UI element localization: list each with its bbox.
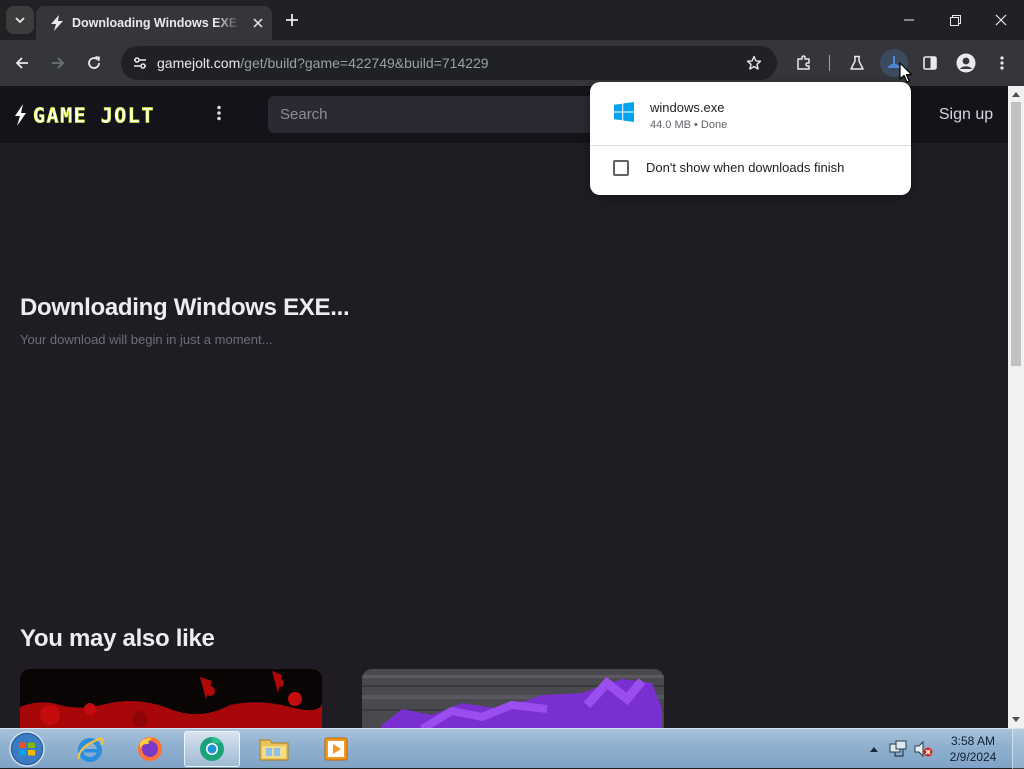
dont-show-checkbox[interactable]: [613, 160, 629, 176]
avatar-icon: [956, 53, 976, 73]
minimize-button[interactable]: [886, 0, 932, 40]
site-search-input[interactable]: [280, 96, 640, 133]
windows-taskbar: 3:58 AM 2/9/2024: [0, 728, 1024, 769]
volume-muted-icon[interactable]: [913, 739, 933, 759]
caret-down-icon: [1012, 717, 1020, 722]
chrome-icon: [200, 737, 224, 761]
download-heading: Downloading Windows EXE...: [20, 294, 350, 321]
clock-date: 2/9/2024: [949, 750, 997, 764]
flask-icon: [850, 55, 864, 70]
chrome-menu-button[interactable]: [988, 49, 1016, 77]
game-thumbnail-2[interactable]: [362, 669, 664, 728]
download-filename: windows.exe: [650, 100, 725, 115]
labs-button[interactable]: [843, 49, 871, 77]
plus-icon: [286, 14, 298, 26]
windows-logo-icon: [614, 102, 634, 122]
side-panel-button[interactable]: [916, 49, 944, 77]
extensions-button[interactable]: [790, 49, 818, 77]
download-status: 44.0 MB • Done: [650, 119, 728, 131]
page-scrollbar[interactable]: [1008, 86, 1024, 728]
scroll-down-button[interactable]: [1008, 712, 1024, 728]
minimize-icon: [904, 19, 914, 21]
site-info-button[interactable]: [127, 50, 153, 76]
profile-button[interactable]: [952, 49, 980, 77]
svg-text:GAME JOLT: GAME JOLT: [33, 104, 155, 126]
url-host: gamejolt.com: [157, 55, 241, 71]
tab-close-button[interactable]: [248, 13, 268, 33]
caret-up-icon: [1012, 92, 1020, 97]
caret-up-icon: [870, 747, 878, 752]
arrow-left-icon: [15, 57, 28, 69]
scroll-up-button[interactable]: [1008, 86, 1024, 102]
taskbar-media-player[interactable]: [308, 731, 364, 767]
header-more-button[interactable]: [208, 102, 230, 124]
reload-icon: [88, 56, 101, 69]
dont-show-checkbox-label[interactable]: Don't show when downloads finish: [646, 160, 844, 176]
toolbar-divider: [829, 55, 830, 71]
more-vertical-icon: [1000, 56, 1004, 70]
star-icon: [746, 55, 762, 70]
blood-splatter-art: [20, 669, 322, 728]
new-tab-button[interactable]: [280, 8, 304, 32]
glitch-title-art: [362, 669, 664, 728]
browser-toolbar: gamejolt.com/get/build?game=422749&build…: [0, 40, 1024, 86]
chevron-down-icon: [15, 17, 25, 24]
reload-button[interactable]: [80, 49, 108, 77]
bookmark-button[interactable]: [741, 50, 767, 76]
media-player-icon: [324, 737, 348, 761]
taskbar-firefox[interactable]: [122, 731, 178, 767]
show-hidden-icons-button[interactable]: [868, 741, 880, 757]
start-button[interactable]: [6, 729, 48, 769]
game-jolt-logo[interactable]: GAME JOLT: [14, 104, 180, 126]
restore-icon: [949, 14, 961, 26]
forward-button[interactable]: [44, 49, 72, 77]
download-item[interactable]: windows.exe 44.0 MB • Done: [590, 90, 911, 146]
tab-search-button[interactable]: [6, 6, 34, 34]
tab-strip: Downloading Windows EXE - Game Jolt: [0, 0, 1024, 40]
active-tab[interactable]: Downloading Windows EXE - Game Jolt: [36, 6, 272, 40]
sign-up-link[interactable]: Sign up: [930, 104, 1002, 126]
downloads-bubble: windows.exe 44.0 MB • Done Don't show wh…: [590, 82, 911, 195]
close-icon: [995, 14, 1007, 26]
taskbar-internet-explorer[interactable]: [62, 731, 118, 767]
firefox-icon: [138, 737, 162, 761]
taskbar-chrome[interactable]: [184, 731, 240, 767]
network-icon[interactable]: [888, 739, 908, 759]
more-vertical-icon: [217, 105, 221, 121]
taskbar-file-explorer[interactable]: [246, 731, 302, 767]
tab-title: Downloading Windows EXE - Game Jolt: [72, 16, 240, 30]
arrow-right-icon: [52, 57, 65, 69]
restore-button[interactable]: [932, 0, 978, 40]
side-panel-icon: [923, 56, 937, 70]
windows-orb-icon: [9, 731, 45, 767]
scroll-thumb[interactable]: [1011, 102, 1021, 366]
taskbar-clock[interactable]: 3:58 AM 2/9/2024: [940, 733, 1006, 767]
mouse-cursor-icon: [899, 62, 913, 83]
close-icon: [253, 18, 263, 28]
game-thumbnail-1[interactable]: [20, 669, 322, 728]
show-desktop-button[interactable]: [1012, 729, 1024, 769]
game-jolt-favicon-icon: [51, 15, 63, 31]
bubble-divider: [590, 145, 911, 146]
recommendations-heading: You may also like: [20, 625, 215, 652]
internet-explorer-icon: [77, 737, 104, 762]
clock-time: 3:58 AM: [950, 734, 996, 748]
download-subtext: Your download will begin in just a momen…: [20, 332, 273, 347]
url-text[interactable]: gamejolt.com/get/build?game=422749&build…: [157, 54, 489, 72]
url-path: /get/build?game=422749&build=714229: [240, 55, 489, 71]
back-button[interactable]: [8, 49, 36, 77]
puzzle-icon: [797, 55, 810, 70]
window-close-button[interactable]: [978, 0, 1024, 40]
address-bar[interactable]: gamejolt.com/get/build?game=422749&build…: [121, 46, 777, 80]
tune-icon: [134, 57, 146, 69]
folder-icon: [259, 739, 289, 761]
